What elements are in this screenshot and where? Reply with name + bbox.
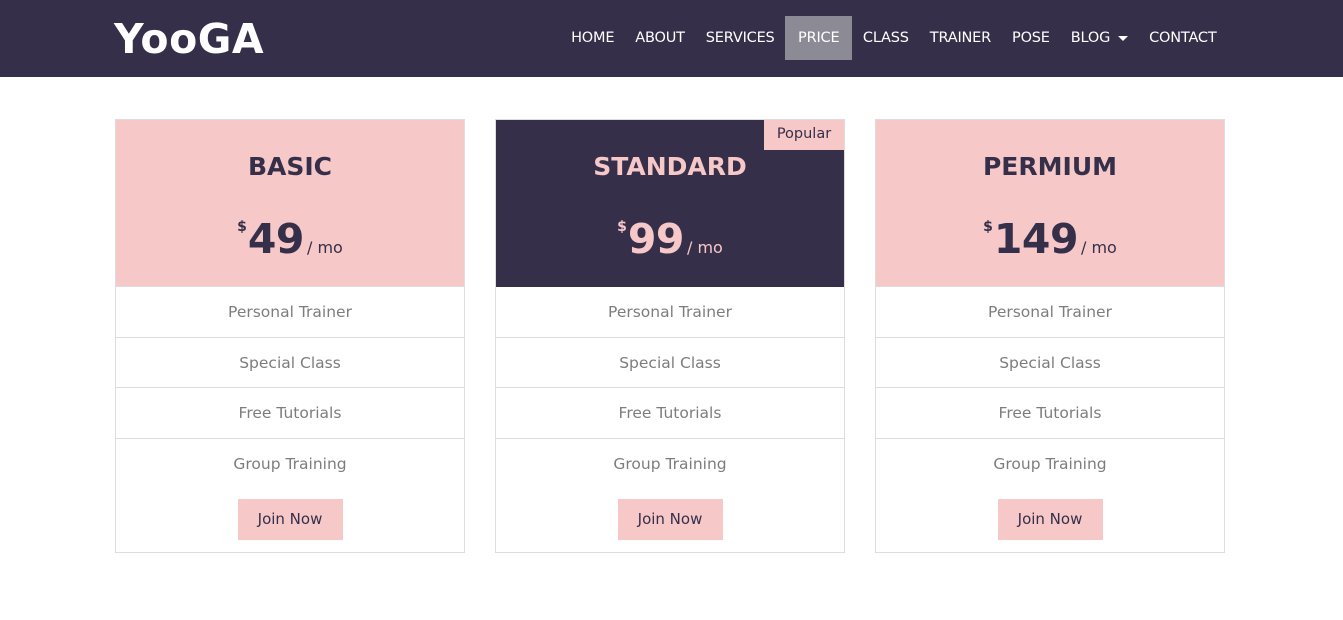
price-amount: 149 (993, 215, 1079, 263)
plan-header: Popular STANDARD $99/ mo (496, 120, 844, 287)
nav-menu: HOME ABOUT SERVICES PRICE CLASS TRAINER … (561, 16, 1227, 60)
feature-item: Special Class (876, 338, 1224, 388)
feature-list: Personal Trainer Special Class Free Tuto… (496, 287, 844, 489)
brand-logo[interactable]: YooGA (114, 14, 264, 64)
currency-symbol: $ (237, 219, 247, 235)
price-period: / mo (686, 238, 723, 257)
feature-list: Personal Trainer Special Class Free Tuto… (116, 287, 464, 489)
feature-item: Group Training (233, 454, 347, 473)
plan-price: $99/ mo (496, 202, 844, 273)
plan-price: $149/ mo (876, 202, 1224, 273)
nav-services[interactable]: SERVICES (695, 16, 785, 60)
price-period: / mo (1080, 238, 1117, 257)
feature-item: Personal Trainer (876, 287, 1224, 338)
join-now-button[interactable]: Join Now (617, 499, 723, 540)
nav-contact[interactable]: CONTACT (1139, 16, 1227, 60)
feature-item: Personal Trainer (116, 287, 464, 338)
feature-item: Free Tutorials (116, 388, 464, 439)
feature-list: Personal Trainer Special Class Free Tuto… (876, 287, 1224, 489)
nav-home[interactable]: HOME (561, 16, 625, 60)
nav-pose[interactable]: POSE (1002, 16, 1061, 60)
feature-item: Group Training (993, 454, 1107, 473)
currency-symbol: $ (617, 219, 627, 235)
feature-item: Special Class (116, 338, 464, 388)
caret-down-icon (1118, 35, 1129, 41)
plan-name: BASIC (247, 152, 333, 181)
feature-item: Group Training (613, 454, 727, 473)
price-period: / mo (306, 238, 343, 257)
feature-item: Free Tutorials (496, 388, 844, 439)
plan-card-basic: BASIC $49/ mo Personal Trainer Special C… (115, 119, 465, 553)
nav-about[interactable]: ABOUT (625, 16, 696, 60)
price-amount: 99 (627, 215, 685, 263)
navbar: YooGA HOME ABOUT SERVICES PRICE CLASS TR… (0, 0, 1343, 77)
plan-price: $49/ mo (116, 202, 464, 273)
nav-class[interactable]: CLASS (852, 16, 919, 60)
nav-trainer[interactable]: TRAINER (919, 16, 1001, 60)
currency-symbol: $ (983, 219, 993, 235)
price-amount: 49 (247, 215, 305, 263)
plan-name: STANDARD (593, 152, 747, 181)
plan-card-standard: Popular STANDARD $99/ mo Personal Traine… (495, 119, 845, 553)
feature-item: Personal Trainer (496, 287, 844, 338)
feature-item: Free Tutorials (876, 388, 1224, 439)
nav-blog-label: BLOG (1070, 30, 1111, 46)
nav-price[interactable]: PRICE (785, 16, 853, 60)
pricing-plans: BASIC $49/ mo Personal Trainer Special C… (115, 119, 1225, 553)
nav-blog-dropdown[interactable]: BLOG (1060, 16, 1138, 60)
join-now-button[interactable]: Join Now (237, 499, 343, 540)
popular-badge: Popular (764, 120, 844, 150)
plan-card-premium: PERMIUM $149/ mo Personal Trainer Specia… (875, 119, 1225, 553)
join-now-button[interactable]: Join Now (997, 499, 1103, 540)
plan-header: PERMIUM $149/ mo (876, 120, 1224, 287)
plan-header: BASIC $49/ mo (116, 120, 464, 287)
feature-item: Special Class (496, 338, 844, 388)
plan-name: PERMIUM (982, 152, 1117, 181)
